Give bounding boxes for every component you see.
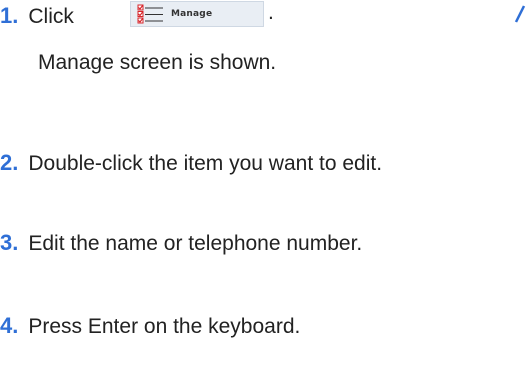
step-3: 3. Edit the name or telephone number. (0, 230, 362, 257)
step-2-text: Double-click the item you want to edit. (28, 152, 383, 175)
step-4: 4. Press Enter on the keyboard. (0, 313, 300, 340)
corner-mark (514, 0, 526, 24)
step-1-number: 1. (0, 3, 19, 28)
step-1: 1. Click (0, 3, 74, 30)
checklist-icon (137, 4, 163, 24)
step-3-text: Edit the name or telephone number. (28, 232, 363, 255)
step-4-number: 4. (0, 313, 19, 338)
step-2: 2. Double-click the item you want to edit… (0, 150, 382, 177)
step-1-text: Click (28, 5, 74, 28)
step-4-text: Press Enter on the keyboard. (28, 315, 301, 338)
step-1-period: . (268, 1, 274, 24)
manage-button-label: Manage (171, 9, 213, 19)
step-3-number: 3. (0, 230, 19, 255)
step-1-result: Manage screen is shown. (38, 51, 277, 74)
manage-button[interactable]: Manage (130, 1, 264, 27)
step-2-number: 2. (0, 150, 19, 175)
